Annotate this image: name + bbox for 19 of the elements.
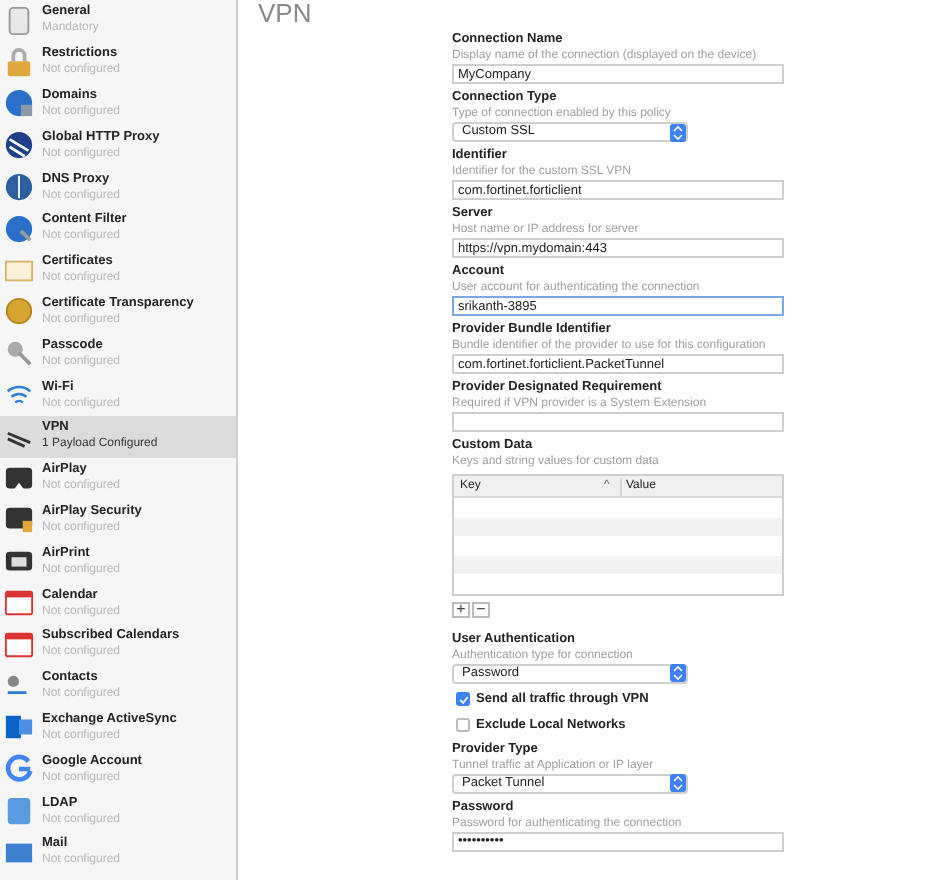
payload-icon	[4, 5, 34, 36]
payload-icon	[4, 754, 34, 785]
payload-icon	[4, 338, 34, 369]
remove-button[interactable]: −	[472, 601, 490, 617]
stepper-icon	[670, 664, 686, 682]
payload-icon	[4, 296, 34, 327]
pane-title: VPN	[258, 0, 312, 28]
payload-icon	[4, 47, 34, 78]
add-button[interactable]: +	[452, 601, 470, 617]
payload-icon	[4, 796, 34, 827]
payload-icon	[4, 712, 34, 743]
checkbox[interactable]	[456, 718, 470, 732]
text-field[interactable]	[452, 412, 784, 432]
stepper-icon	[670, 774, 686, 792]
payload-icon	[4, 504, 34, 535]
payload-icon	[4, 255, 34, 286]
payload-icon	[4, 213, 34, 244]
stepper-icon	[670, 123, 686, 141]
payload-icon	[4, 88, 34, 119]
